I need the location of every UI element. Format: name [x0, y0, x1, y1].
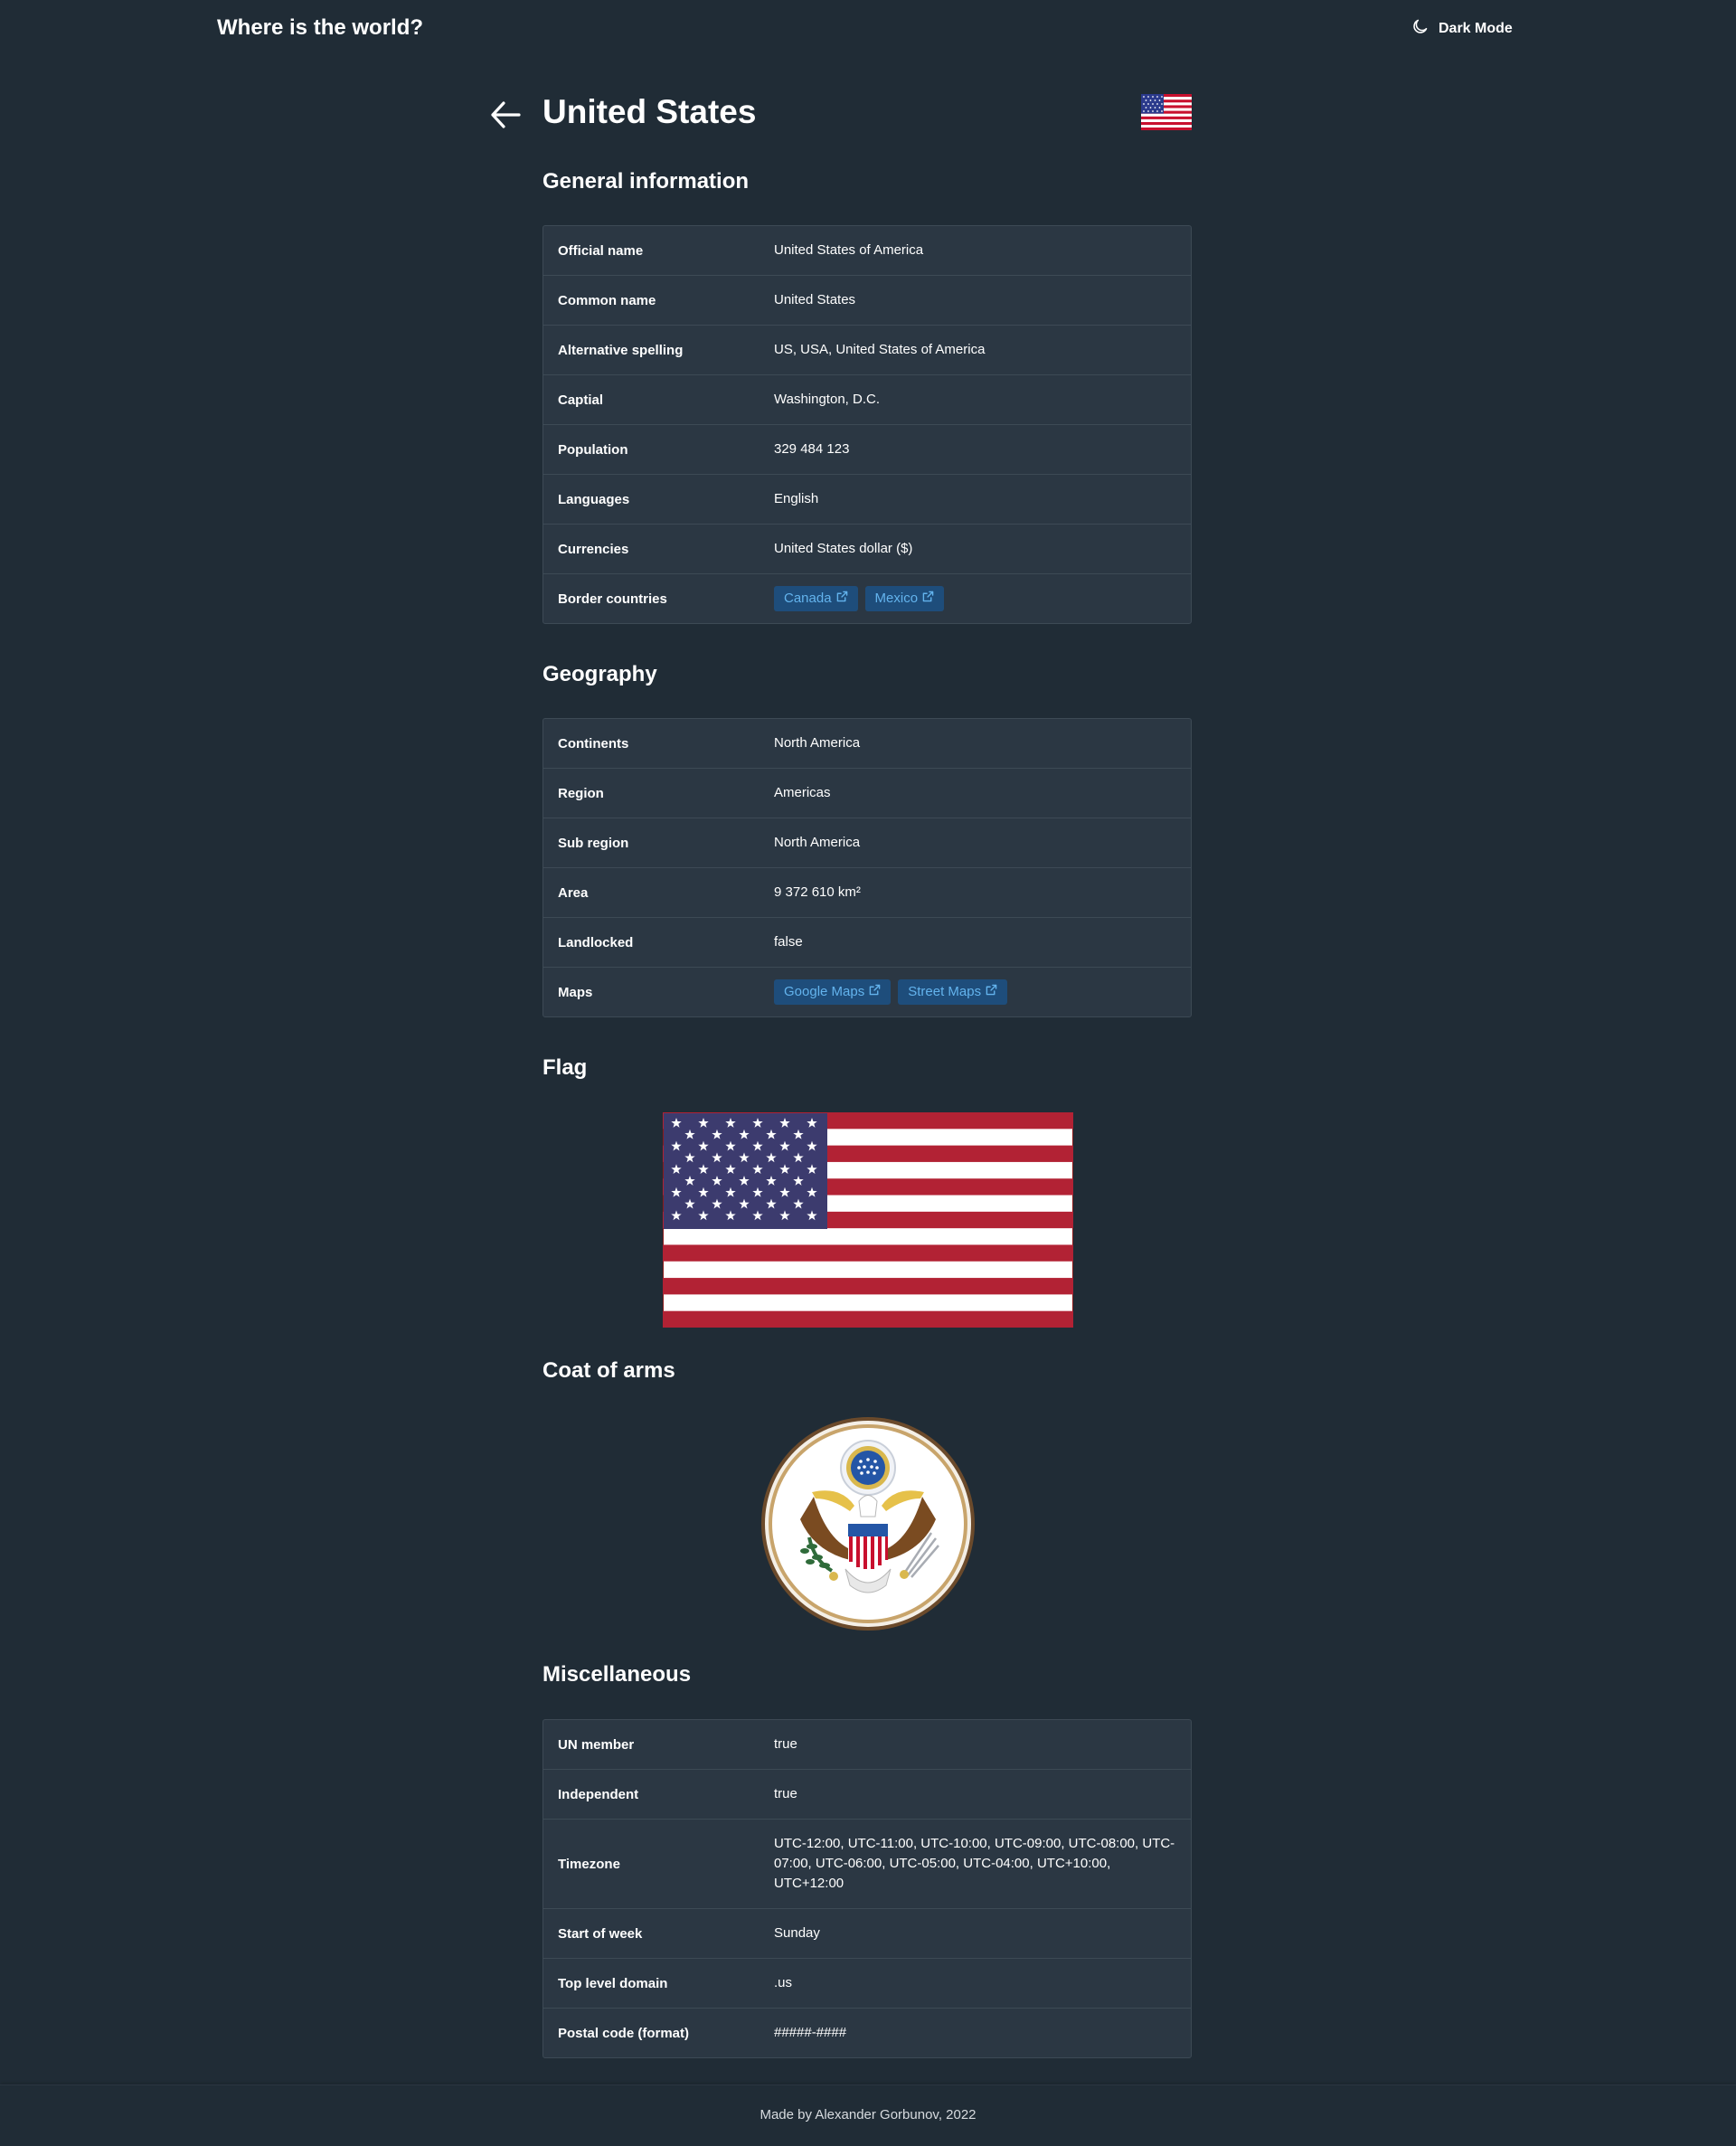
- geography-row: Continents North America: [543, 719, 1191, 769]
- link-label: Street Maps: [908, 984, 982, 999]
- geography-table: Continents North America Region Americas Sub…: [542, 718, 1192, 1017]
- external-link-icon: [986, 983, 997, 1001]
- link-badge-google-maps[interactable]: Google Maps: [774, 979, 892, 1005]
- row-value: Americas: [760, 769, 1191, 818]
- row-label: Area: [543, 868, 760, 918]
- link-label: Google Maps: [784, 984, 865, 999]
- section-title-general: General information: [542, 169, 750, 194]
- row-label: Region: [543, 769, 760, 818]
- row-label: Top level domain: [543, 1959, 760, 2009]
- row-value: North America: [760, 719, 1191, 769]
- row-label: Border countries: [558, 591, 667, 607]
- geography-row: Landlocked false: [543, 918, 1191, 968]
- row-value: United States: [760, 276, 1191, 326]
- external-link-icon: [869, 983, 881, 1001]
- row-value: US, USA, United States of America: [760, 326, 1191, 375]
- external-link-icon: [922, 590, 934, 608]
- row-value: .us: [760, 1959, 1191, 2009]
- misc-row: Start of week Sunday: [543, 1909, 1191, 1959]
- section-title-coat-of-arms: Coat of arms: [542, 1358, 675, 1383]
- us-flag-icon: [1140, 93, 1193, 131]
- back-button[interactable]: [488, 98, 523, 132]
- row-value: 329 484 123: [760, 425, 1191, 475]
- geography-row: Area 9 372 610 km²: [543, 868, 1191, 918]
- general-row: Captial Washington, D.C.: [543, 375, 1191, 425]
- row-label: Independent: [543, 1770, 760, 1820]
- row-value: English: [760, 475, 1191, 525]
- dark-mode-label: Dark Mode: [1439, 21, 1513, 36]
- row-label: Official name: [543, 226, 760, 276]
- footer-credit: Made by Alexander Gorbunov, 2022: [760, 2107, 976, 2122]
- geography-row: Region Americas: [543, 769, 1191, 818]
- general-row: Languages English: [543, 475, 1191, 525]
- section-title-flag: Flag: [542, 1055, 588, 1080]
- general-row: Common name United States: [543, 276, 1191, 326]
- row-value: false: [760, 918, 1191, 968]
- footer: Made by Alexander Gorbunov, 2022: [0, 2085, 1736, 2146]
- row-label: Sub region: [543, 818, 760, 868]
- moon-icon: [1410, 17, 1429, 41]
- general-row: Alternative spelling US, USA, United Stat…: [543, 326, 1191, 375]
- misc-row: Top level domain .us: [543, 1959, 1191, 2009]
- row-label: Common name: [543, 276, 760, 326]
- row-label: Start of week: [543, 1909, 760, 1959]
- arrow-left-icon: [488, 101, 523, 136]
- row-value: #####-####: [774, 2025, 847, 2040]
- miscellaneous-table: UN member true Independent true Timezone UTC-…: [542, 1719, 1192, 2058]
- row-value: true: [760, 1720, 1191, 1770]
- link-badge-street-maps[interactable]: Street Maps: [898, 979, 1008, 1005]
- row-label: UN member: [543, 1720, 760, 1770]
- row-label: Currencies: [543, 525, 760, 574]
- row-value: North America: [760, 818, 1191, 868]
- general-row: Official name United States of America: [543, 226, 1191, 276]
- misc-row: Timezone UTC-12:00, UTC-11:00, UTC-10:00,…: [543, 1820, 1191, 1909]
- row-value: UTC-12:00, UTC-11:00, UTC-10:00, UTC-09:…: [760, 1820, 1191, 1909]
- row-value: United States dollar ($): [760, 525, 1191, 574]
- misc-row: Postal code (format) #####-####: [543, 2009, 1191, 2057]
- row-label: Maps: [558, 984, 593, 1000]
- row-links: Google Maps Street Maps: [760, 968, 1191, 1016]
- external-link-icon: [836, 590, 848, 608]
- general-info-table: Official name United States of America Com…: [542, 225, 1192, 624]
- misc-row: UN member true: [543, 1720, 1191, 1770]
- row-label: Alternative spelling: [543, 326, 760, 375]
- row-value: 9 372 610 km²: [760, 868, 1191, 918]
- app-title: Where is the world?: [217, 15, 424, 40]
- row-label: Timezone: [543, 1820, 760, 1909]
- coat-of-arms-image: [760, 1415, 976, 1632]
- link-label: Canada: [784, 591, 832, 606]
- top-bar: Where is the world? Dark Mode: [0, 0, 1736, 56]
- row-label: Landlocked: [543, 918, 760, 968]
- row-value: Washington, D.C.: [760, 375, 1191, 425]
- row-value: United States of America: [760, 226, 1191, 276]
- row-value: Sunday: [760, 1909, 1191, 1959]
- link-badge-canada[interactable]: Canada: [774, 586, 858, 611]
- misc-row: Independent true: [543, 1770, 1191, 1820]
- row-label: Continents: [543, 719, 760, 769]
- link-badge-mexico[interactable]: Mexico: [864, 586, 945, 611]
- section-title-miscellaneous: Miscellaneous: [542, 1662, 692, 1687]
- row-links: Canada Mexico: [760, 574, 1191, 623]
- row-label: Population: [543, 425, 760, 475]
- row-label: Languages: [543, 475, 760, 525]
- flag-image: [663, 1112, 1073, 1328]
- geography-row: Maps Google Maps Street Maps: [543, 968, 1191, 1016]
- general-row: Currencies United States dollar ($): [543, 525, 1191, 574]
- dark-mode-toggle[interactable]: Dark Mode: [1410, 18, 1513, 40]
- link-label: Mexico: [874, 591, 919, 606]
- section-title-geography: Geography: [542, 662, 657, 686]
- general-row: Population 329 484 123: [543, 425, 1191, 475]
- general-row: Border countries Canada Mexico: [543, 574, 1191, 623]
- geography-row: Sub region North America: [543, 818, 1191, 868]
- row-label: Postal code (format): [558, 2025, 690, 2041]
- country-name: United States: [542, 93, 757, 130]
- row-label: Captial: [543, 375, 760, 425]
- row-value: true: [760, 1770, 1191, 1820]
